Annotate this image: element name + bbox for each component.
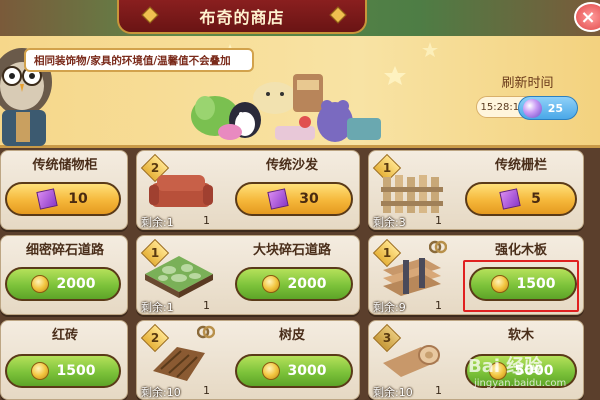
highlight-box (463, 260, 579, 312)
cork-log-icon (383, 345, 440, 377)
shop-item-card[interactable]: 2 剩余:10 1 树皮 3000 (136, 320, 360, 400)
item-count: 1 (435, 299, 442, 312)
shop-item-card[interactable]: 2 剩余:1 1 传统沙发 30 (136, 150, 360, 230)
item-count: 1 (203, 214, 210, 227)
item-count: 1 (435, 214, 442, 227)
item-name: 软木 (507, 328, 534, 343)
sofa-icon (149, 175, 213, 207)
fence-icon (381, 175, 443, 213)
buy-button[interactable]: 2000 (235, 267, 353, 301)
item-count: 1 (435, 384, 442, 397)
refresh-button[interactable]: 25 (518, 96, 578, 120)
item-name: 强化木板 (494, 243, 547, 258)
item-price: 3000 (287, 363, 327, 379)
item-name: 传统栅栏 (494, 158, 547, 173)
shop-item-card[interactable]: 1 剩余:1 1 大块碎石道路 2000 (136, 235, 360, 315)
shop-item-card[interactable]: 1 剩余:3 1 传统栅栏 5 (368, 150, 584, 230)
item-name: 红砖 (51, 328, 78, 343)
ticket-icon (267, 188, 289, 210)
refresh-label: 刷新时间 (501, 76, 554, 91)
shop-item-card[interactable]: 传统储物柜 10 (0, 150, 128, 230)
shop-title: 布奇的商店 (199, 8, 285, 27)
gem-icon (523, 99, 542, 118)
item-remaining: 剩余:9 (373, 301, 406, 314)
bark-icon (153, 347, 205, 381)
buy-button[interactable]: 3000 (235, 354, 353, 388)
buy-button[interactable]: 10 (5, 182, 121, 216)
ticket-icon (499, 188, 521, 210)
coin-icon (30, 275, 49, 293)
coin-icon (30, 362, 49, 380)
watermark: Bai 经验 (468, 356, 543, 377)
item-remaining: 剩余:10 (373, 386, 413, 399)
buy-button[interactable]: 5 (465, 182, 577, 216)
item-count: 1 (203, 384, 210, 397)
item-remaining: 剩余:1 (141, 301, 174, 314)
item-price: 2000 (56, 276, 96, 292)
item-remaining: 剩余:10 (141, 386, 181, 399)
item-price: 1500 (56, 363, 96, 379)
item-name: 细密碎石道路 (25, 243, 104, 258)
watermark-url: jingyan.baidu.com (474, 378, 567, 389)
close-icon: × (580, 6, 596, 28)
close-button[interactable]: × (574, 2, 600, 32)
item-count: 1 (203, 299, 210, 312)
item-price: 5 (531, 191, 541, 207)
item-price: 30 (299, 191, 319, 207)
shop-item-card[interactable]: 细密碎石道路 2000 (0, 235, 128, 315)
refresh-panel: 刷新时间 15:28:15 25 (470, 70, 585, 124)
ticket-icon (36, 188, 58, 210)
buy-button[interactable]: 1500 (5, 354, 121, 388)
stone-road-icon (145, 256, 213, 298)
item-name: 树皮 (278, 328, 305, 343)
item-remaining: 剩余:3 (373, 216, 406, 229)
buy-button[interactable]: 30 (235, 182, 353, 216)
wood-plank-icon (383, 258, 441, 296)
chain-link-icon (197, 325, 215, 339)
chain-link-icon (429, 240, 447, 254)
featured-items-illustration (191, 74, 381, 142)
item-name: 传统储物柜 (32, 158, 98, 173)
coin-icon (261, 362, 280, 380)
coin-icon (261, 275, 280, 293)
item-price: 2000 (287, 276, 327, 292)
buy-button[interactable]: 2000 (5, 267, 121, 301)
item-name: 传统沙发 (265, 158, 318, 173)
item-name: 大块碎石道路 (252, 243, 331, 258)
refresh-cost: 25 (547, 101, 563, 115)
item-price: 10 (68, 191, 88, 207)
shop-item-card[interactable]: 红砖 1500 (0, 320, 128, 400)
item-remaining: 剩余:1 (141, 216, 174, 229)
